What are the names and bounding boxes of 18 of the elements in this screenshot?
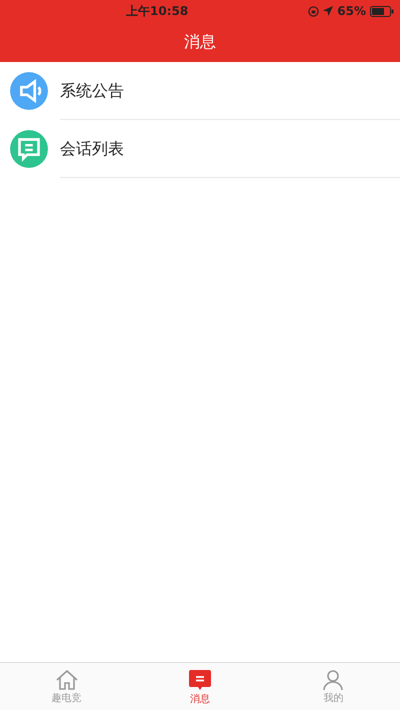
- tab[interactable]: 趣电竞: [0, 663, 134, 710]
- list-item[interactable]: 系统公告: [0, 62, 400, 120]
- home-icon: [54, 669, 79, 691]
- tab[interactable]: 我的: [266, 663, 400, 710]
- speaker-icon: [10, 72, 48, 110]
- location-icon: [323, 6, 334, 16]
- message-icon: [188, 668, 212, 692]
- item-label: 会话列表: [60, 138, 124, 160]
- page-title: 消息: [184, 31, 216, 53]
- rotation-lock-icon: [308, 6, 320, 16]
- list-item[interactable]: 会话列表: [0, 120, 400, 178]
- item-label: 系统公告: [60, 80, 124, 102]
- chat-icon: [10, 130, 48, 168]
- person-icon: [322, 669, 344, 691]
- tab[interactable]: 消息: [133, 663, 267, 710]
- status-time: 上午10:58: [126, 3, 188, 20]
- battery-percent: 65%: [337, 3, 366, 20]
- battery-icon: [370, 6, 394, 16]
